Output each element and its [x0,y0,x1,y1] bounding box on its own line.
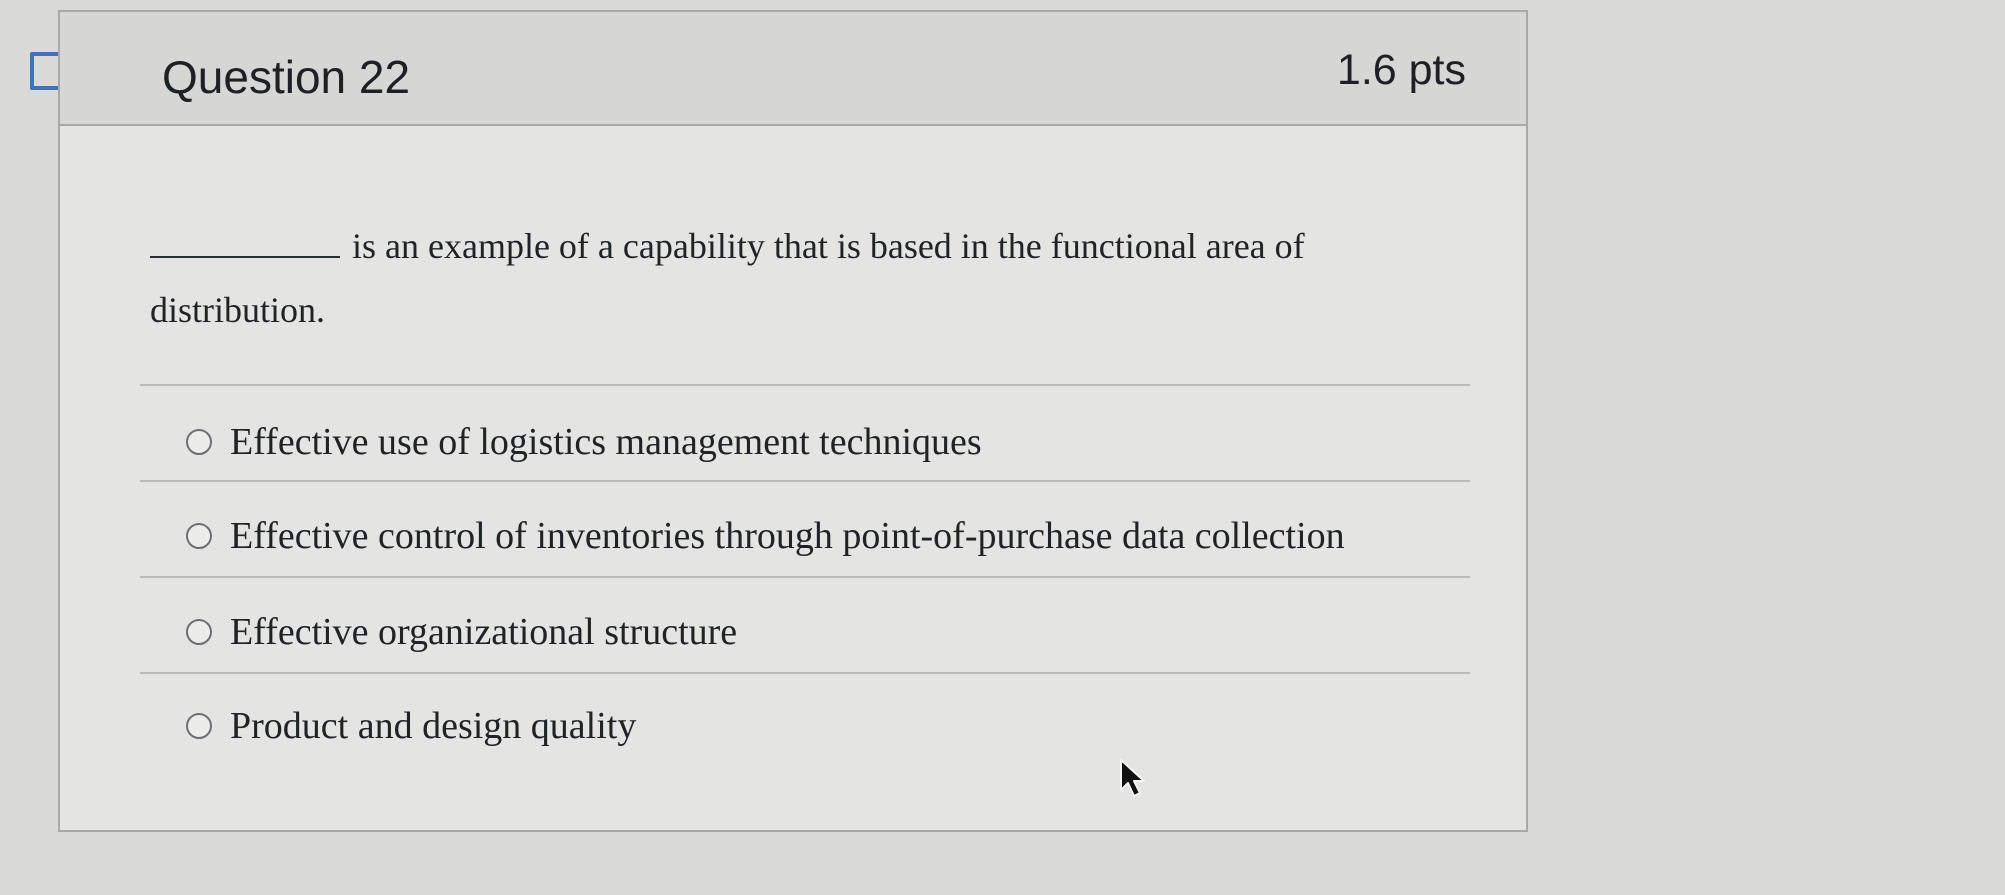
answer-label: Effective control of inventories through… [230,515,1345,557]
radio-button-icon[interactable] [186,713,212,739]
question-card: Question 22 1.6 pts is an example of a c… [58,10,1528,832]
question-prompt: is an example of a capability that is ba… [150,214,1480,342]
answer-divider [140,384,1470,386]
question-title: Question 22 [162,51,411,103]
cursor-icon [1120,759,1145,797]
answer-divider [140,576,1470,578]
radio-button-icon[interactable] [186,619,212,645]
fill-in-blank [150,232,340,258]
answer-label: Effective use of logistics management te… [230,421,982,463]
question-points: 1.6 pts [1336,46,1466,94]
answer-option-3[interactable]: Effective organizational structure [140,594,1470,670]
answer-label: Product and design quality [230,705,637,747]
answer-divider [140,672,1470,674]
answer-label: Effective organizational structure [230,611,738,653]
answer-option-2[interactable]: Effective control of inventories through… [140,498,1470,574]
radio-button-icon[interactable] [186,429,212,455]
answer-option-1[interactable]: Effective use of logistics management te… [140,404,1470,480]
answer-option-4[interactable]: Product and design quality [140,688,1470,764]
radio-button-icon[interactable] [186,523,212,549]
answer-divider [140,480,1470,482]
question-header: Question 22 1.6 pts [60,12,1526,126]
